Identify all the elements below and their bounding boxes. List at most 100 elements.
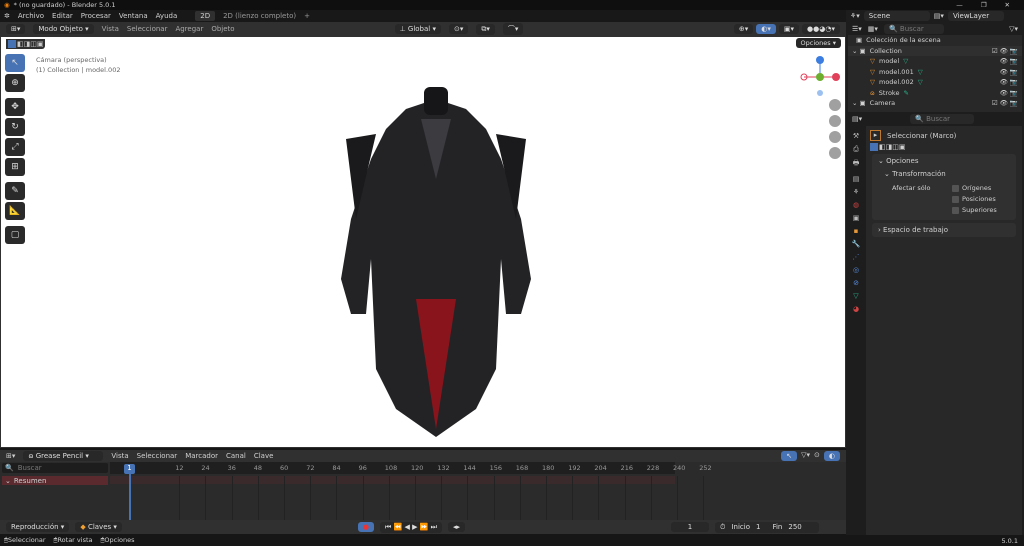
render-tab-icon[interactable]: ⎙ bbox=[853, 145, 859, 154]
timeline-menu-vista[interactable]: Vista bbox=[111, 452, 128, 460]
timeline-menu-clave[interactable]: Clave bbox=[254, 452, 274, 460]
data-tab-icon[interactable]: ▽ bbox=[853, 292, 858, 300]
summary-channel[interactable]: ⌄ Resumen bbox=[2, 476, 108, 485]
gizmo-toggle[interactable]: ⊕▾ bbox=[733, 24, 754, 34]
view-layer-tab-icon[interactable]: ▤ bbox=[853, 175, 860, 183]
mode-other-icons[interactable]: ◧◨◫▣ bbox=[879, 143, 905, 151]
object-tab-icon[interactable]: ▪ bbox=[854, 227, 859, 235]
menu-vista[interactable]: Vista bbox=[102, 25, 119, 33]
filter-icon[interactable]: ▽▾ bbox=[801, 451, 810, 461]
auto-key-button[interactable]: ● bbox=[357, 522, 375, 532]
keyframe-jump[interactable]: ◂▸ bbox=[447, 522, 465, 532]
frame-ruler[interactable]: 12 24 36 48 60 72 84 96 108 120 132 144 156 168 180 192… bbox=[110, 462, 846, 520]
3d-viewport[interactable]: ◧◨◫▣ Cámara (perspectiva) (1) Collection… bbox=[0, 36, 846, 448]
menu-archivo[interactable]: Archivo bbox=[18, 12, 44, 20]
transform-header[interactable]: ⌄ Transformación bbox=[878, 165, 1010, 178]
keying-dropdown[interactable]: ◆ Claves ▾ bbox=[75, 522, 122, 532]
scene-tab-icon[interactable]: ⚘ bbox=[853, 188, 859, 196]
pivot-dropdown[interactable]: ⊙▾ bbox=[448, 24, 469, 34]
select-new-icon[interactable] bbox=[8, 40, 16, 48]
outliner-editor-icon[interactable]: ☰▾ bbox=[852, 25, 862, 33]
orientation-dropdown[interactable]: ⊥ Global ▾ bbox=[394, 24, 441, 34]
physics-tab-icon[interactable]: ◎ bbox=[853, 266, 859, 274]
world-tab-icon[interactable]: ◍ bbox=[853, 201, 859, 209]
timeline-menu-marcador[interactable]: Marcador bbox=[185, 452, 218, 460]
maximize-button[interactable]: ❐ bbox=[981, 1, 987, 9]
rotate-tool[interactable]: ↻ bbox=[5, 118, 25, 136]
editor-type-icon[interactable]: ⊞▾ bbox=[6, 24, 26, 34]
menu-ventana[interactable]: Ventana bbox=[119, 12, 148, 20]
proportional-icon[interactable]: ⊙ bbox=[814, 451, 820, 461]
scene-selector[interactable]: Scene bbox=[863, 11, 930, 21]
mode-set-icon[interactable] bbox=[870, 143, 878, 151]
cursor-tool[interactable]: ⊕ bbox=[5, 74, 25, 92]
positions-checkbox[interactable]: Posiciones bbox=[952, 195, 1010, 203]
parents-checkbox[interactable]: Superiores bbox=[952, 206, 1010, 214]
annotate-tool[interactable]: ✎ bbox=[5, 182, 25, 200]
options-header[interactable]: ⌄ Opciones bbox=[878, 157, 1010, 165]
timeline-menu-canal[interactable]: Canal bbox=[226, 452, 246, 460]
outliner-item-model[interactable]: ▽ model ▽ 👁 📷 bbox=[848, 56, 1022, 67]
frame-range[interactable]: ⏱ Inicio 1 Fin 250 bbox=[714, 521, 819, 533]
menu-editar[interactable]: Editar bbox=[52, 12, 73, 20]
workspace-tab-2d[interactable]: 2D bbox=[195, 11, 216, 21]
timeline-area[interactable]: 🔍 Buscar ⌄ Resumen 12 24 36 48 60 72 84 96 108 120… bbox=[0, 462, 846, 520]
transform-tool[interactable]: ⊞ bbox=[5, 158, 25, 176]
properties-search[interactable]: 🔍 Buscar bbox=[910, 114, 975, 124]
material-tab-icon[interactable]: ◕ bbox=[853, 305, 859, 313]
measure-tool[interactable]: 📐 bbox=[5, 202, 25, 220]
snap-button[interactable]: ⧉▾ bbox=[476, 23, 495, 35]
channel-search[interactable]: 🔍 Buscar bbox=[2, 463, 108, 473]
overlay-toggle[interactable]: ◐▾ bbox=[756, 24, 776, 34]
outliner-item-model-002[interactable]: ▽ model.002 ▽ 👁 📷 bbox=[848, 77, 1022, 88]
outliner-search[interactable]: 🔍 Buscar bbox=[883, 23, 944, 34]
minimize-button[interactable]: — bbox=[956, 1, 963, 9]
add-cube-tool[interactable]: ▢ bbox=[5, 226, 25, 244]
transport-controls[interactable]: ⏮ ⏪ ◀ ▶ ⏩ ⏭ bbox=[380, 521, 442, 533]
close-button[interactable]: ✕ bbox=[1005, 1, 1010, 9]
proportional-edit-button[interactable]: ⌒▾ bbox=[502, 23, 524, 35]
add-workspace-button[interactable]: + bbox=[304, 12, 310, 20]
select-extend-icon[interactable]: ◧◨◫▣ bbox=[17, 40, 43, 48]
tool-tab-icon[interactable]: ⚒ bbox=[853, 132, 859, 140]
filter-icon[interactable]: ▽▾ bbox=[1009, 25, 1024, 33]
end-value[interactable]: 250 bbox=[788, 523, 801, 531]
workspace-panel-header[interactable]: › Espacio de trabajo bbox=[872, 223, 1016, 237]
menu-ayuda[interactable]: Ayuda bbox=[156, 12, 178, 20]
constraints-tab-icon[interactable]: ⊘ bbox=[853, 279, 859, 287]
scene-icon[interactable]: ⚘▾ bbox=[850, 12, 860, 20]
origins-checkbox[interactable]: Orígenes bbox=[952, 184, 1010, 192]
shading-modes[interactable]: ●●◕◔▾ bbox=[802, 24, 840, 34]
only-selected-toggle[interactable]: ↖ bbox=[781, 451, 798, 461]
outliner-root[interactable]: ▣ Colección de la escena bbox=[848, 35, 1022, 46]
menu-agregar[interactable]: Agregar bbox=[175, 25, 203, 33]
start-value[interactable]: 1 bbox=[756, 523, 760, 531]
move-tool[interactable]: ✥ bbox=[5, 98, 25, 116]
menu-objeto[interactable]: Objeto bbox=[211, 25, 234, 33]
overlay-toggle[interactable]: ◐ bbox=[823, 451, 840, 461]
viewlayer-selector[interactable]: ViewLayer bbox=[947, 11, 1004, 21]
playback-dropdown[interactable]: Reproducción ▾ bbox=[6, 522, 70, 532]
outliner-item-model-001[interactable]: ▽ model.001 ▽ 👁 📷 bbox=[848, 67, 1022, 78]
timeline-mode-dropdown[interactable]: ɷ Grease Pencil ▾ bbox=[23, 451, 104, 461]
display-mode-icon[interactable]: ▦▾ bbox=[868, 25, 878, 33]
select-box-tool[interactable]: ↖ bbox=[5, 54, 25, 72]
mode-dropdown[interactable]: Modo Objeto ▾ bbox=[33, 24, 94, 34]
scale-tool[interactable]: ⤢ bbox=[5, 138, 25, 156]
xray-toggle[interactable]: ▣▾ bbox=[778, 24, 800, 34]
outliner-item-camera[interactable]: ⌄ ▣ Camera ☑ 👁 📷 bbox=[848, 98, 1022, 109]
outliner-item-stroke[interactable]: ɷ Stroke ✎ 👁 📷 bbox=[848, 88, 1022, 99]
outliner-item-collection[interactable]: ⌄ ▣ Collection ☑ 👁 📷 bbox=[848, 45, 1022, 56]
menu-procesar[interactable]: Procesar bbox=[81, 12, 111, 20]
timeline-editor-icon[interactable]: ⊞▾ bbox=[6, 452, 15, 460]
current-frame-field[interactable]: 1 bbox=[670, 522, 709, 532]
collection-tab-icon[interactable]: ▣ bbox=[853, 214, 860, 222]
properties-editor-icon[interactable]: ▤▾ bbox=[852, 115, 862, 123]
navigation-gizmo[interactable] bbox=[796, 55, 844, 175]
options-dropdown[interactable]: Opciones ▾ bbox=[795, 38, 841, 48]
viewlayer-icon[interactable]: ▤▾ bbox=[934, 12, 944, 20]
menu-seleccionar[interactable]: Seleccionar bbox=[127, 25, 168, 33]
particles-tab-icon[interactable]: ⋰ bbox=[853, 253, 860, 261]
blender-menu-icon[interactable]: ✲ bbox=[4, 12, 10, 20]
modifier-tab-icon[interactable]: 🔧 bbox=[852, 240, 861, 248]
